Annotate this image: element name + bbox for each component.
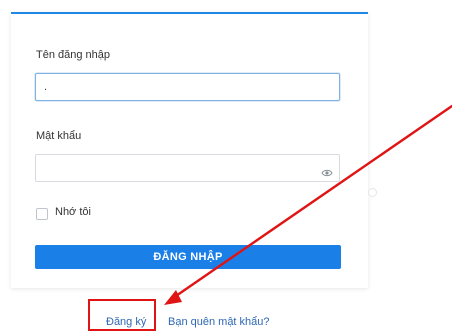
username-input[interactable] <box>35 73 340 101</box>
password-input[interactable] <box>35 154 340 182</box>
eye-icon[interactable] <box>321 168 333 178</box>
register-link[interactable]: Đăng ký <box>106 316 146 328</box>
annotation-arrow-head <box>164 290 182 305</box>
username-label: Tên đăng nhập <box>36 49 111 61</box>
login-page: Tên đăng nhập Mật khẩu Nhớ tôi ĐĂNG NHẬP… <box>0 0 452 331</box>
forgot-password-link[interactable]: Bạn quên mật khẩu? <box>168 316 270 328</box>
card-top-accent <box>11 12 368 14</box>
login-button[interactable]: ĐĂNG NHẬP <box>35 245 341 269</box>
password-label: Mật khẩu <box>36 130 82 142</box>
remember-checkbox[interactable] <box>36 208 48 220</box>
side-circle <box>368 188 377 197</box>
login-card: Tên đăng nhập Mật khẩu Nhớ tôi ĐĂNG NHẬP <box>11 12 368 288</box>
remember-label[interactable]: Nhớ tôi <box>55 206 91 218</box>
